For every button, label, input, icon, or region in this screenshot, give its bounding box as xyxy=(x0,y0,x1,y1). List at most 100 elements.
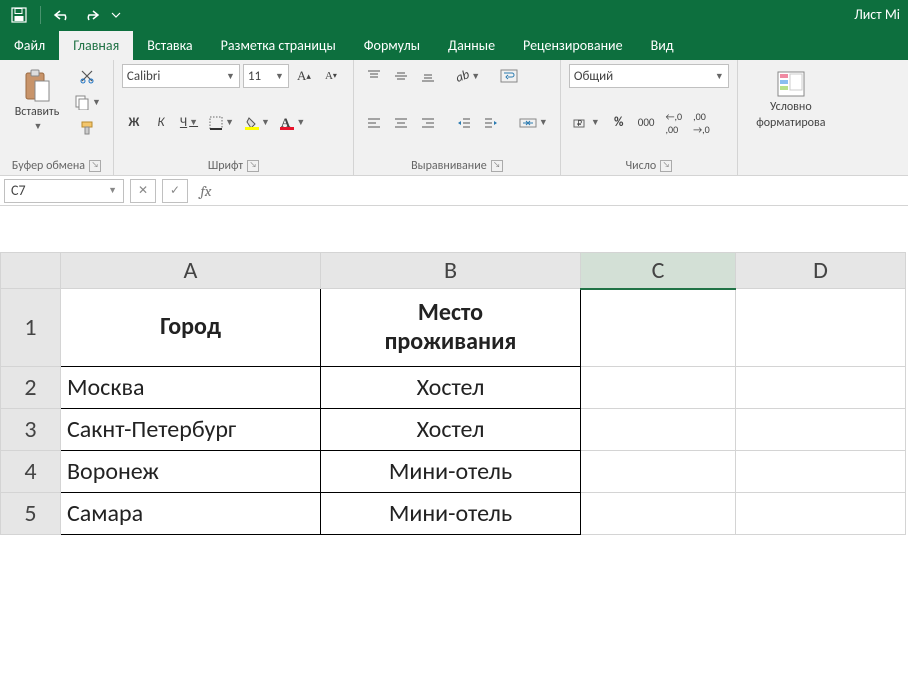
align-center-button[interactable] xyxy=(389,111,413,135)
group-styles: Условно форматирова xyxy=(738,60,844,175)
cut-button[interactable] xyxy=(70,64,105,88)
worksheet-grid[interactable]: A B C D 1 Город Местопроживания 2 Москва… xyxy=(0,252,908,535)
dialog-launcher-icon[interactable]: ↘ xyxy=(491,160,503,172)
align-middle-button[interactable] xyxy=(389,64,413,88)
formula-bar-row: C7▼ ✕ ✓ fx xyxy=(0,176,908,206)
group-alignment-label: Выравнивание xyxy=(411,159,487,173)
cell-B3[interactable]: Хостел xyxy=(321,409,581,451)
group-alignment: ab▼ ▼ Выравнивание ↘ xyxy=(354,60,561,175)
dialog-launcher-icon[interactable]: ↘ xyxy=(89,160,101,172)
tab-data[interactable]: Данные xyxy=(434,31,509,60)
cell-C2[interactable] xyxy=(581,367,736,409)
dialog-launcher-icon[interactable]: ↘ xyxy=(660,160,672,172)
group-number-label: Число xyxy=(626,159,657,173)
name-box[interactable]: C7▼ xyxy=(4,179,124,203)
fill-color-button[interactable]: ▼ xyxy=(241,111,274,135)
cell-B1[interactable]: Местопроживания xyxy=(321,289,581,367)
tab-insert[interactable]: Вставка xyxy=(133,31,206,60)
wrap-text-button[interactable] xyxy=(496,64,522,88)
cell-C5[interactable] xyxy=(581,493,736,535)
align-left-button[interactable] xyxy=(362,111,386,135)
cell-A1[interactable]: Город xyxy=(61,289,321,367)
tab-review[interactable]: Рецензирование xyxy=(509,31,637,60)
cell-B2[interactable]: Хостел xyxy=(321,367,581,409)
accounting-format-button[interactable]: ₽▼ xyxy=(569,111,604,135)
font-color-button[interactable]: A▼ xyxy=(277,111,309,135)
align-right-button[interactable] xyxy=(416,111,440,135)
cell-A4[interactable]: Воронеж xyxy=(61,451,321,493)
bold-button[interactable]: Ж xyxy=(122,111,146,135)
cell-C3[interactable] xyxy=(581,409,736,451)
group-font-label: Шрифт xyxy=(208,159,243,173)
row-header-3[interactable]: 3 xyxy=(1,409,61,451)
tab-page-layout[interactable]: Разметка страницы xyxy=(207,31,350,60)
group-font: Calibri▼ 11▼ A▴ A▾ Ж К Ч▼ ▼ ▼ A▼ Шрифт ↘ xyxy=(114,60,354,175)
orientation-button[interactable]: ab▼ xyxy=(452,64,484,88)
borders-button[interactable]: ▼ xyxy=(205,111,238,135)
decrease-decimal-button[interactable]: ,00→,0 xyxy=(689,111,714,135)
save-icon[interactable] xyxy=(6,3,32,27)
cell-D3[interactable] xyxy=(736,409,906,451)
row-header-5[interactable]: 5 xyxy=(1,493,61,535)
cell-D5[interactable] xyxy=(736,493,906,535)
italic-button[interactable]: К xyxy=(149,111,173,135)
cond-format-label: Условно xyxy=(770,100,812,114)
paste-button[interactable]: Вставить ▼ xyxy=(8,64,66,136)
col-header-C[interactable]: C xyxy=(581,253,736,289)
number-format-combo[interactable]: Общий▼ xyxy=(569,64,729,88)
decrease-font-button[interactable]: A▾ xyxy=(319,64,343,88)
fx-icon[interactable]: fx xyxy=(194,182,218,200)
tab-file[interactable]: Файл xyxy=(0,31,59,60)
paste-label: Вставить xyxy=(15,105,60,119)
cell-D1[interactable] xyxy=(736,289,906,367)
font-size-combo[interactable]: 11▼ xyxy=(243,64,289,88)
dialog-launcher-icon[interactable]: ↘ xyxy=(247,160,259,172)
select-all-corner[interactable] xyxy=(1,253,61,289)
align-top-button[interactable] xyxy=(362,64,386,88)
cancel-formula-button[interactable]: ✕ xyxy=(130,179,156,203)
cell-A2[interactable]: Москва xyxy=(61,367,321,409)
cell-D4[interactable] xyxy=(736,451,906,493)
redo-icon[interactable] xyxy=(79,3,105,27)
tab-formulas[interactable]: Формулы xyxy=(350,31,434,60)
quick-access-toolbar xyxy=(6,3,123,27)
row-header-2[interactable]: 2 xyxy=(1,367,61,409)
tab-view[interactable]: Вид xyxy=(637,31,688,60)
row-header-4[interactable]: 4 xyxy=(1,451,61,493)
cell-B5[interactable]: Мини-отель xyxy=(321,493,581,535)
cell-C4[interactable] xyxy=(581,451,736,493)
undo-icon[interactable] xyxy=(49,3,75,27)
group-clipboard-label: Буфер обмена xyxy=(12,159,85,173)
align-bottom-button[interactable] xyxy=(416,64,440,88)
increase-decimal-button[interactable]: ←,0,00 xyxy=(662,111,687,135)
confirm-formula-button[interactable]: ✓ xyxy=(162,179,188,203)
group-clipboard: Вставить ▼ ▼ Буфер обмена ↘ xyxy=(0,60,114,175)
underline-button[interactable]: Ч▼ xyxy=(176,111,202,135)
cell-A5[interactable]: Самара xyxy=(61,493,321,535)
ribbon-tabs: Файл Главная Вставка Разметка страницы Ф… xyxy=(0,30,908,60)
font-name-combo[interactable]: Calibri▼ xyxy=(122,64,240,88)
increase-indent-button[interactable] xyxy=(479,111,503,135)
col-header-B[interactable]: B xyxy=(321,253,581,289)
row-header-1[interactable]: 1 xyxy=(1,289,61,367)
qat-customize-icon[interactable] xyxy=(109,3,123,27)
decrease-indent-button[interactable] xyxy=(452,111,476,135)
cell-A3[interactable]: Сакнт-Петербург xyxy=(61,409,321,451)
col-header-A[interactable]: A xyxy=(61,253,321,289)
format-painter-button[interactable] xyxy=(70,116,105,140)
cell-C1[interactable] xyxy=(581,289,736,367)
cell-D2[interactable] xyxy=(736,367,906,409)
col-header-D[interactable]: D xyxy=(736,253,906,289)
conditional-formatting-button[interactable]: Условно форматирова xyxy=(746,64,836,136)
tab-home[interactable]: Главная xyxy=(59,31,133,60)
copy-button[interactable]: ▼ xyxy=(70,90,105,114)
cond-format-label2: форматирова xyxy=(756,116,825,130)
cell-B4[interactable]: Мини-отель xyxy=(321,451,581,493)
formula-input[interactable] xyxy=(224,179,904,203)
merge-center-button[interactable]: ▼ xyxy=(515,111,552,135)
increase-font-button[interactable]: A▴ xyxy=(292,64,316,88)
svg-text:₽: ₽ xyxy=(577,119,582,129)
comma-format-button[interactable]: 000 xyxy=(634,111,659,135)
group-number: Общий▼ ₽▼ % 000 ←,0,00 ,00→,0 Число↘ xyxy=(561,60,738,175)
percent-format-button[interactable]: % xyxy=(607,111,631,135)
